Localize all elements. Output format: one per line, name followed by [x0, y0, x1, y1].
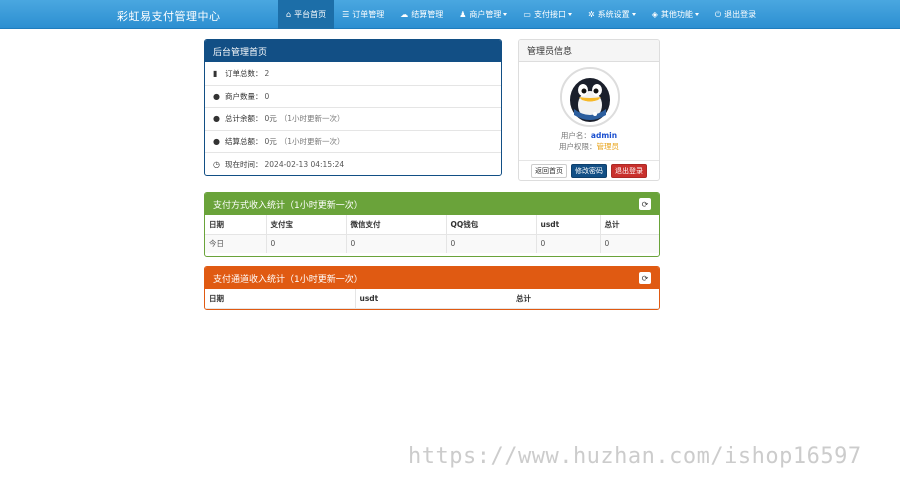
nav-label: 退出登录 — [724, 10, 757, 19]
main-nav: ⌂ 平台首页 ☰ 订单管理 ☁ 结算管理 ♟ 商户管理 ▭ 支付接口 ✲ 系统设… — [278, 0, 764, 29]
stat-settlement-total: ● 结算总额： 0元 （1小时更新一次） — [205, 129, 501, 153]
nav-label: 订单管理 — [352, 10, 385, 19]
brand-title[interactable]: 彩虹易支付管理中心 — [117, 8, 221, 24]
channel-income-panel: 支付通道收入统计（1小时更新一次） ⟳ 日期 usdt 总计 — [204, 266, 660, 310]
stat-value: 0 — [264, 91, 270, 101]
column-header: 日期 — [205, 289, 356, 309]
nav-item-merchants[interactable]: ♟ 商户管理 — [451, 0, 515, 29]
avatar — [560, 67, 620, 127]
change-password-button[interactable]: 修改密码 — [571, 164, 607, 178]
column-header: 总计 — [600, 215, 659, 235]
table-cell: 今日 — [205, 234, 267, 253]
channel-panel-title: 支付通道收入统计（1小时更新一次） ⟳ — [205, 267, 659, 289]
stat-merchant-count: ● 商户数量： 0 — [205, 84, 501, 108]
column-header: 日期 — [205, 215, 267, 235]
admin-panel-title: 管理员信息 — [519, 40, 659, 62]
admin-panel: 管理员信息 用户名：admin 用户权限：管理员 返回首页 修改密码 退出登录 — [518, 39, 660, 181]
stat-total-balance: ● 总计余额： 0元 （1小时更新一次） — [205, 107, 501, 130]
drop-icon: ● — [213, 91, 220, 101]
column-header: 支付宝 — [266, 215, 347, 235]
watermark-text: https://www.huzhan.com/ishop16597 — [408, 444, 862, 469]
column-header: 总计 — [512, 289, 659, 309]
stat-note: （1小时更新一次） — [279, 114, 345, 124]
drop-icon: ● — [213, 137, 220, 147]
table-row: 今日 0 0 0 0 0 — [205, 234, 659, 253]
channel-table: 日期 usdt 总计 — [205, 289, 659, 309]
nav-item-logout[interactable]: ⏻ 退出登录 — [707, 0, 764, 29]
nav-item-system-settings[interactable]: ✲ 系统设置 — [580, 0, 644, 29]
top-navbar: 彩虹易支付管理中心 ⌂ 平台首页 ☰ 订单管理 ☁ 结算管理 ♟ 商户管理 ▭ … — [0, 0, 900, 29]
username-value: admin — [590, 131, 618, 140]
cloud-icon: ☁ — [400, 10, 409, 19]
stat-label: 订单总数： — [225, 68, 263, 78]
list-icon: ☰ — [342, 10, 350, 19]
table-header-row: 日期 支付宝 微信支付 QQ钱包 usdt 总计 — [205, 215, 659, 235]
username-label: 用户名： — [560, 131, 591, 140]
column-header: QQ钱包 — [446, 215, 537, 235]
role-value: 管理员 — [596, 142, 620, 151]
pay-type-table: 日期 支付宝 微信支付 QQ钱包 usdt 总计 今日 0 0 0 0 0 — [205, 215, 659, 253]
nav-item-orders[interactable]: ☰ 订单管理 — [334, 0, 392, 29]
back-home-button[interactable]: 返回首页 — [531, 164, 567, 178]
pay-type-title-text: 支付方式收入统计（1小时更新一次） — [213, 200, 363, 211]
nav-label: 平台首页 — [294, 10, 327, 19]
stat-label: 结算总额： — [225, 137, 263, 147]
admin-username-line: 用户名：admin — [519, 130, 659, 141]
channel-title-text: 支付通道收入统计（1小时更新一次） — [213, 274, 363, 285]
stat-value: 0元 — [264, 114, 277, 124]
table-cell: 0 — [446, 234, 537, 253]
nav-item-payment-api[interactable]: ▭ 支付接口 — [515, 0, 580, 29]
nav-item-settlement[interactable]: ☁ 结算管理 — [392, 0, 451, 29]
nav-label: 商户管理 — [469, 10, 502, 19]
column-header: usdt — [355, 289, 512, 309]
stat-value: 2024-02-13 04:15:24 — [264, 159, 345, 169]
nav-label: 支付接口 — [533, 10, 566, 19]
refresh-icon[interactable]: ⟳ — [639, 272, 651, 284]
caret-down-icon — [567, 13, 572, 16]
table-header-row: 日期 usdt 总计 — [205, 289, 659, 309]
home-panel-title: 后台管理首页 — [205, 40, 501, 62]
admin-actions: 返回首页 修改密码 退出登录 — [519, 160, 659, 178]
nav-label: 其他功能 — [660, 10, 693, 19]
stat-value: 2 — [264, 68, 270, 78]
stats-list: ▮ 订单总数： 2 ● 商户数量： 0 ● 总计余额： 0元 （1小时更新一次）… — [205, 62, 501, 175]
table-cell: 0 — [266, 234, 347, 253]
table-cell: 0 — [600, 234, 659, 253]
stat-note: （1小时更新一次） — [279, 137, 345, 147]
table-cell: 0 — [346, 234, 447, 253]
credit-card-icon: ▭ — [523, 10, 531, 19]
admin-role-line: 用户权限：管理员 — [519, 141, 659, 152]
gear-icon: ✲ — [587, 10, 595, 19]
pay-type-income-panel: 支付方式收入统计（1小时更新一次） ⟳ 日期 支付宝 微信支付 QQ钱包 usd… — [204, 192, 660, 257]
role-label: 用户权限： — [559, 142, 597, 151]
caret-down-icon — [503, 13, 508, 16]
user-icon: ♟ — [459, 10, 467, 19]
home-panel: 后台管理首页 ▮ 订单总数： 2 ● 商户数量： 0 ● 总计余额： 0元 （1… — [204, 39, 502, 176]
nav-item-other[interactable]: ◈ 其他功能 — [644, 0, 707, 29]
stat-value: 0元 — [264, 137, 277, 147]
home-icon: ⌂ — [286, 10, 292, 19]
nav-item-home[interactable]: ⌂ 平台首页 — [278, 0, 335, 29]
stat-current-time: ◷ 现在时间： 2024-02-13 04:15:24 — [205, 152, 501, 175]
stat-label: 商户数量： — [225, 91, 263, 101]
caret-down-icon — [694, 13, 699, 16]
nav-label: 系统设置 — [597, 10, 630, 19]
refresh-icon[interactable]: ⟳ — [639, 198, 651, 210]
nav-label: 结算管理 — [411, 10, 444, 19]
logout-button[interactable]: 退出登录 — [611, 164, 647, 178]
power-icon: ⏻ — [714, 9, 722, 19]
pay-type-panel-title: 支付方式收入统计（1小时更新一次） ⟳ — [205, 193, 659, 215]
drop-icon: ● — [213, 114, 220, 124]
column-header: 微信支付 — [346, 215, 447, 235]
column-header: usdt — [536, 215, 601, 235]
clock-icon: ◷ — [213, 159, 220, 169]
cube-icon: ◈ — [651, 10, 658, 19]
stat-label: 总计余额： — [225, 114, 263, 124]
stat-label: 现在时间： — [225, 159, 263, 169]
stat-order-count: ▮ 订单总数： 2 — [205, 62, 501, 85]
caret-down-icon — [631, 13, 636, 16]
penguin-avatar-icon — [562, 69, 618, 125]
table-cell: 0 — [536, 234, 601, 253]
bar-chart-icon: ▮ — [213, 68, 218, 78]
